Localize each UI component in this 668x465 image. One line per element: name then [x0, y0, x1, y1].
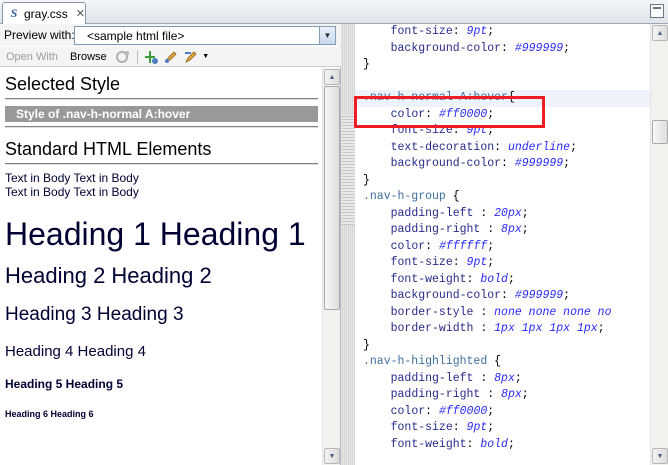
maximize-icon[interactable] — [650, 4, 664, 18]
preview-with-label: Preview with: — [4, 28, 75, 42]
body-text-line-1: Text in Body Text in Body — [5, 171, 139, 185]
code-line[interactable]: font-weight: bold; — [363, 437, 641, 454]
open-with-button[interactable]: Open With — [0, 48, 64, 66]
code-line[interactable]: padding-right : 8px; — [363, 387, 641, 404]
dropdown-arrow-icon[interactable]: ▼ — [202, 49, 210, 65]
heading-1-sample: Heading 1 Heading 1 — [5, 216, 306, 252]
code-line[interactable]: background-color: #999999; — [363, 156, 641, 173]
body-text-line-2: Text in Body Text in Body — [5, 185, 139, 199]
scroll-up-icon[interactable]: ▲ — [324, 69, 340, 85]
heading-5-sample: Heading 5 Heading 5 — [5, 377, 124, 391]
browse-button[interactable]: Browse — [64, 48, 113, 66]
heading-4-sample: Heading 4 Heading 4 — [5, 343, 146, 360]
preview-toolbar: Open With Browse ▼ — [0, 47, 341, 67]
divider — [5, 126, 318, 128]
preview-file-value: <sample html file> — [87, 28, 185, 43]
css-file-icon: S — [10, 6, 18, 20]
divider — [5, 163, 318, 165]
code-line[interactable]: } — [363, 173, 641, 190]
scroll-down-icon[interactable]: ▼ — [324, 448, 340, 464]
pane-splitter[interactable] — [341, 24, 355, 465]
divider — [5, 98, 318, 100]
heading-6-sample: Heading 6 Heading 6 — [5, 409, 94, 419]
scroll-up-icon[interactable]: ▲ — [652, 25, 668, 41]
code-line[interactable]: border-width : 1px 1px 1px 1px; — [363, 321, 641, 338]
editor-tab-bar: S gray.css ✕ — [0, 0, 668, 24]
code-line[interactable]: background-color: #999999; — [363, 41, 641, 58]
code-line[interactable]: padding-left : 8px; — [363, 371, 641, 388]
code-line[interactable]: font-weight: bold; — [363, 272, 641, 289]
preview-file-select[interactable]: <sample html file> ▼ — [74, 26, 336, 45]
code-line[interactable]: font-size: 9pt; — [363, 255, 641, 272]
preview-scrollbar[interactable]: ▲ ▼ — [322, 68, 340, 465]
code-line[interactable]: font-size: 9pt; — [363, 420, 641, 437]
tab-gray-css[interactable]: S gray.css ✕ — [2, 2, 86, 24]
scroll-down-icon[interactable]: ▼ — [652, 448, 668, 464]
code-line[interactable]: .nav-h-highlighted { — [363, 354, 641, 371]
heading-2-sample: Heading 2 Heading 2 — [5, 263, 212, 288]
body-text-sample: Text in Body Text in Body Text in Body T… — [5, 171, 318, 199]
add-style-icon[interactable] — [142, 49, 160, 65]
code-line[interactable]: } — [363, 57, 641, 74]
code-line[interactable]: } — [363, 338, 641, 355]
code-line[interactable]: padding-left : 20px; — [363, 206, 641, 223]
code-line[interactable]: font-size: 9pt; — [363, 123, 641, 140]
code-line[interactable]: border-style : none none none no — [363, 305, 641, 322]
code-line[interactable]: color: #ffffff; — [363, 239, 641, 256]
edit-style-icon[interactable] — [162, 49, 180, 65]
preview-render-area: Selected Style Style of .nav-h-normal A:… — [0, 68, 322, 465]
code-line[interactable]: text-decoration: underline; — [363, 140, 641, 157]
selected-style-sample: Style of .nav-h-normal A:hover — [5, 106, 318, 122]
standard-elements-title: Standard HTML Elements — [5, 139, 212, 159]
tab-label: gray.css — [23, 6, 68, 21]
css-source-text[interactable]: font-size: 9pt; background-color: #99999… — [355, 24, 655, 454]
code-line[interactable]: .nav-h-normal A:hover{ — [355, 90, 655, 107]
selected-style-title: Selected Style — [5, 74, 121, 94]
code-line[interactable]: .nav-h-group { — [363, 189, 641, 206]
code-line[interactable]: background-color: #999999; — [363, 288, 641, 305]
code-line[interactable]: color: #ff0000; — [363, 107, 641, 124]
css-source-editor[interactable]: font-size: 9pt; background-color: #99999… — [355, 24, 668, 465]
close-icon[interactable]: ✕ — [76, 7, 85, 20]
style-options-icon[interactable] — [182, 49, 200, 65]
scroll-thumb[interactable] — [324, 86, 340, 310]
code-line[interactable]: font-size: 9pt; — [363, 24, 641, 41]
code-line[interactable]: color: #ff0000; — [363, 404, 641, 421]
style-preview-pane: Preview with: <sample html file> ▼ Open … — [0, 24, 341, 465]
code-line[interactable] — [363, 74, 641, 91]
source-scrollbar[interactable]: ▲ ▼ — [650, 24, 668, 465]
code-line[interactable]: padding-right : 8px; — [363, 222, 641, 239]
chevron-down-icon[interactable]: ▼ — [319, 27, 335, 44]
splitter-grip[interactable] — [341, 115, 355, 225]
refresh-icon[interactable] — [113, 49, 131, 65]
toolbar-separator — [136, 49, 138, 64]
heading-3-sample: Heading 3 Heading 3 — [5, 304, 184, 325]
scroll-thumb[interactable] — [652, 120, 668, 144]
